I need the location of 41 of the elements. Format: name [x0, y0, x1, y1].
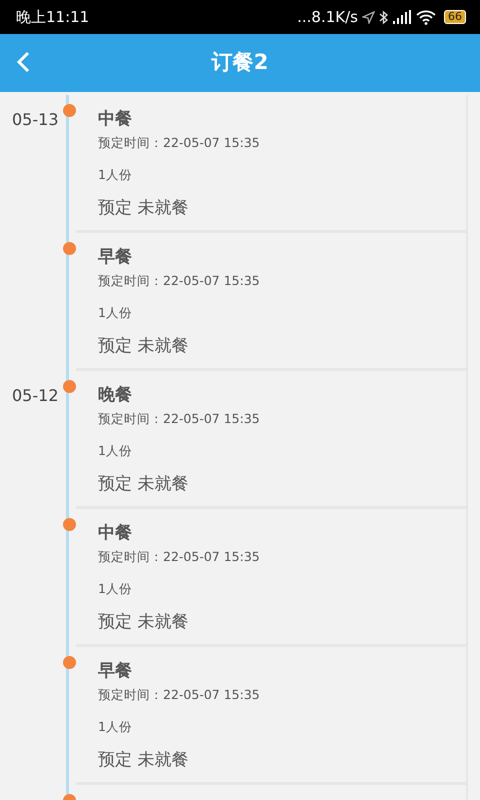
- meal-status: 预定 未就餐: [98, 336, 188, 356]
- bluetooth-icon: [379, 10, 388, 24]
- portion-count: 1人份: [98, 718, 132, 734]
- meal-card[interactable]: 早餐 预定时间：22-05-07 15:35 1人份 预定 未就餐: [76, 233, 468, 371]
- portion-count: 1人份: [98, 166, 132, 182]
- meal-status: 预定 未就餐: [98, 612, 188, 632]
- booking-time: 预定时间：22-05-07 15:35: [98, 687, 260, 702]
- battery-indicator: 66: [444, 10, 466, 24]
- date-label: 05-13: [12, 110, 58, 129]
- meal-status: 预定 未就餐: [98, 750, 188, 770]
- date-label: 05-12: [12, 386, 58, 405]
- meal-name: 早餐: [98, 247, 132, 267]
- timeline-dot: [63, 380, 76, 393]
- signal-icon: [392, 10, 412, 24]
- timeline-dot: [63, 518, 76, 531]
- booking-time: 预定时间：22-05-07 15:35: [98, 549, 260, 564]
- meal-card[interactable]: 中餐 预定时间：22-05-07 15:35 1人份 预定 未就餐: [76, 95, 468, 233]
- portion-count: 1人份: [98, 580, 132, 596]
- meal-name: 早餐: [98, 661, 132, 681]
- meal-card[interactable]: 中餐 预定时间：22-05-07 15:35 1人份 预定 未就餐: [76, 509, 468, 647]
- meal-name: 中餐: [98, 109, 132, 129]
- network-speed: ...8.1K/s: [297, 6, 358, 28]
- meal-name: 晚餐: [98, 385, 132, 405]
- meal-status: 预定 未就餐: [98, 198, 188, 218]
- booking-time: 预定时间：22-05-07 15:35: [98, 135, 260, 150]
- location-icon: [362, 10, 375, 24]
- booking-time: 预定时间：22-05-07 15:35: [98, 411, 260, 426]
- timeline-dot: [63, 104, 76, 117]
- meal-status: 预定 未就餐: [98, 474, 188, 494]
- meal-card[interactable]: 晚餐 预定时间：22-05-07 15:35 1人份 预定 未就餐: [76, 371, 468, 509]
- status-time: 晚上11:11: [16, 6, 90, 28]
- booking-time: 预定时间：22-05-07 15:35: [98, 273, 260, 288]
- wifi-icon: [416, 10, 436, 24]
- meal-card[interactable]: 早餐 预定时间：22-05-07 15:35 1人份 预定 未就餐: [76, 647, 468, 785]
- back-icon[interactable]: [16, 51, 30, 73]
- timeline-dot: [63, 242, 76, 255]
- portion-count: 1人份: [98, 304, 132, 320]
- meal-name: 中餐: [98, 523, 132, 543]
- page-title: 订餐2: [212, 49, 268, 76]
- timeline-dot: [63, 656, 76, 669]
- portion-count: 1人份: [98, 442, 132, 458]
